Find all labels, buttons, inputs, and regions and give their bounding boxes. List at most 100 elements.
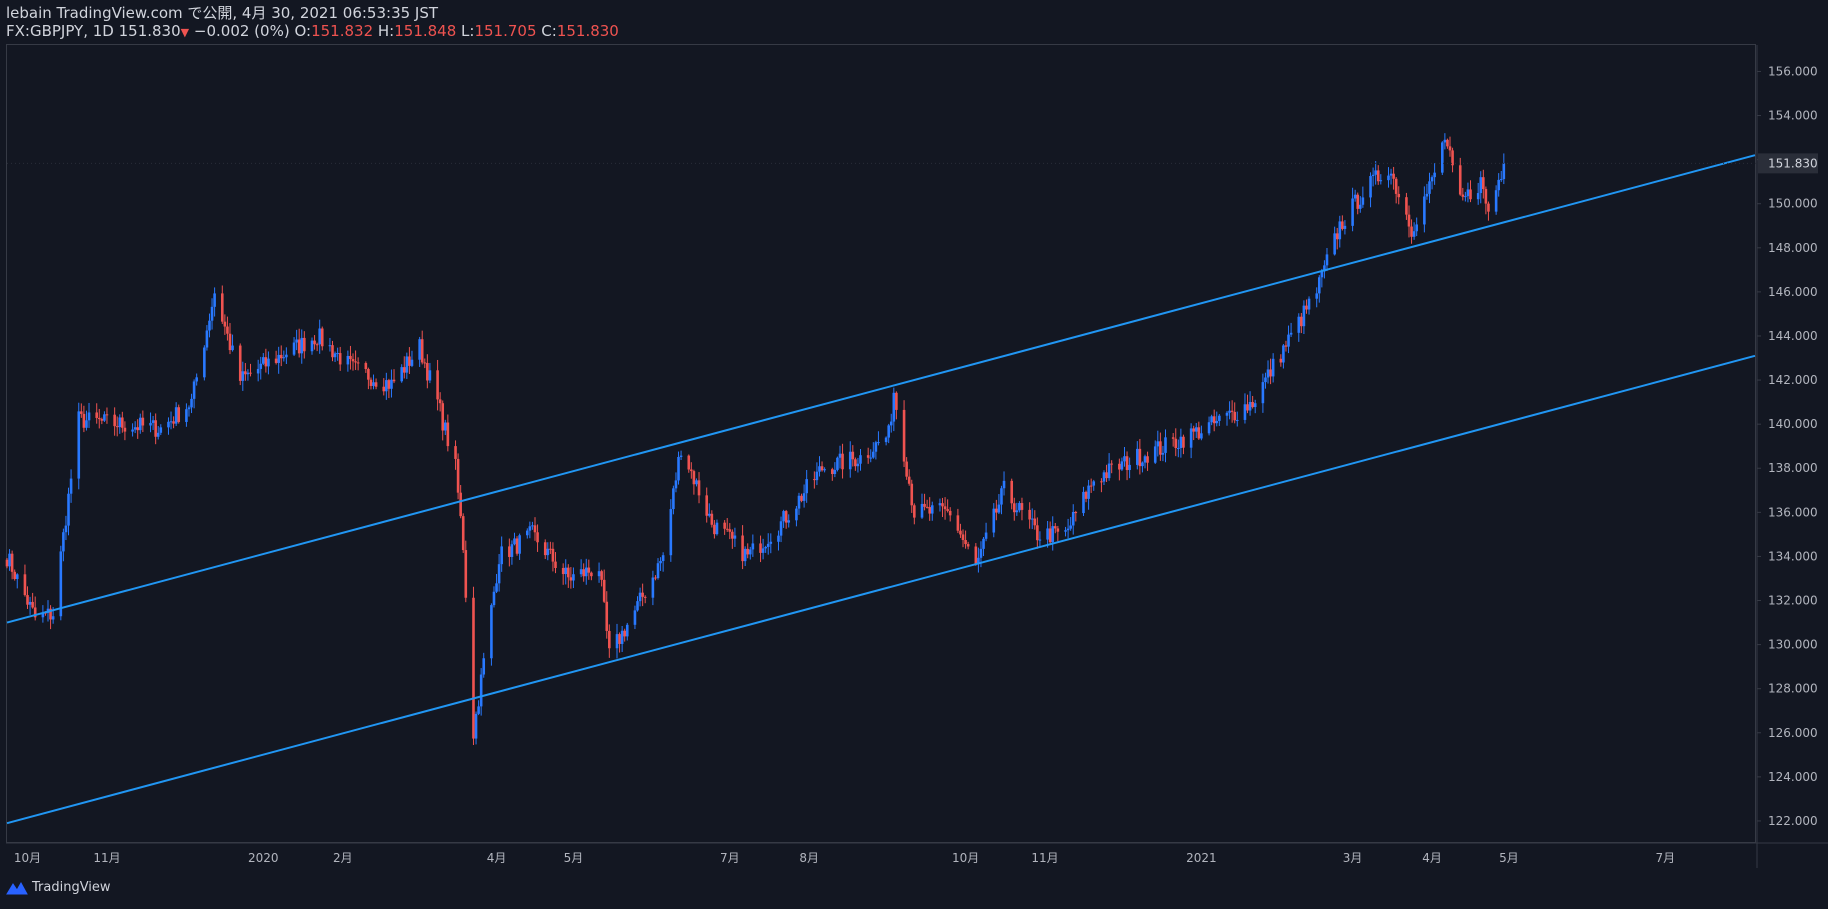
price-chart[interactable]: 122.000 124.000 126.000 128.000 130.000 132.0… — [0, 0, 1828, 909]
candle-body — [177, 407, 181, 422]
candle-body — [80, 411, 83, 414]
candle-body — [1374, 170, 1377, 175]
candle-body — [154, 420, 157, 437]
x-tick-label: 4月 — [1422, 851, 1442, 865]
candle-body — [551, 548, 555, 562]
candle-body — [241, 371, 245, 381]
candle-body — [1358, 204, 1362, 209]
candle-body — [508, 546, 511, 557]
candle-body — [797, 495, 801, 509]
candle-body — [454, 446, 457, 459]
x-tick-label: 7月 — [1655, 851, 1675, 865]
candle-body — [543, 542, 547, 556]
candle-body — [1441, 142, 1444, 173]
candle-body — [979, 548, 983, 558]
candle-body — [238, 345, 242, 381]
candle-body — [1018, 503, 1021, 511]
y-tick-label: 138.000 — [1768, 461, 1818, 475]
candle-body — [1028, 509, 1031, 520]
candle-body — [656, 563, 660, 579]
candle-body — [1069, 525, 1072, 529]
candle-body — [1307, 298, 1311, 310]
candle-body — [625, 624, 629, 637]
candle-body — [1141, 462, 1144, 467]
candle-body — [802, 493, 806, 501]
candle-body — [1128, 464, 1131, 471]
candle-body — [805, 479, 808, 494]
candle-body — [608, 630, 611, 649]
candle-body — [1289, 332, 1293, 335]
candle-body — [1397, 193, 1401, 198]
candle-body — [459, 492, 462, 517]
candle-body — [1335, 233, 1339, 240]
candle-body — [1002, 480, 1006, 489]
candle-body — [910, 483, 914, 506]
candle-body — [1118, 463, 1121, 470]
candle-body — [195, 377, 198, 382]
candle-body — [136, 427, 140, 431]
x-tick-label: 8月 — [799, 851, 819, 865]
candle-body — [482, 658, 486, 675]
candle-body — [226, 326, 229, 334]
candle-body — [1089, 485, 1093, 487]
candle-body — [633, 610, 637, 625]
candle-body — [310, 340, 314, 352]
candle-body — [387, 380, 391, 389]
candle-body — [733, 535, 737, 539]
candle-body — [841, 453, 844, 470]
y-tick-label: 132.000 — [1768, 594, 1818, 608]
candle-body — [1235, 419, 1239, 421]
x-tick-label: 7月 — [720, 851, 740, 865]
candle-body — [1123, 456, 1126, 462]
candle-body — [930, 505, 934, 514]
x-tick-label: 5月 — [1499, 851, 1519, 865]
brand-label: TradingView — [32, 880, 111, 895]
candle-body — [549, 548, 552, 550]
candle-body — [859, 455, 862, 464]
candle-body — [1343, 225, 1347, 229]
candle-body — [564, 567, 568, 575]
candle-body — [674, 480, 678, 489]
candle-body — [984, 532, 988, 539]
candle-body — [1356, 194, 1360, 209]
candle-body — [946, 509, 949, 511]
candle-body — [1210, 416, 1213, 423]
candle-body — [15, 574, 19, 580]
candle-body — [1192, 428, 1195, 432]
x-tick-label: 3月 — [1343, 851, 1363, 865]
x-tick-label: 5月 — [564, 851, 584, 865]
candle-body — [121, 417, 124, 428]
candle-body — [1053, 526, 1057, 529]
candle-body — [1271, 358, 1275, 377]
candle-body — [1146, 456, 1149, 463]
candle-body — [438, 399, 442, 404]
candle-body — [795, 508, 798, 521]
candle-body — [938, 503, 942, 506]
candle-body — [866, 455, 870, 458]
candle-body — [725, 528, 729, 530]
candle-body — [185, 409, 188, 422]
candle-body — [228, 333, 232, 351]
candle-body — [1333, 233, 1336, 255]
candle-body — [105, 414, 109, 416]
candle-body — [1074, 511, 1078, 514]
candle-body — [838, 453, 842, 458]
candle-body — [1084, 491, 1088, 499]
candle-body — [590, 572, 593, 577]
candle-body — [464, 550, 468, 598]
candle-body — [1251, 401, 1254, 408]
candle-body — [472, 597, 475, 739]
candle-body — [713, 524, 716, 535]
candle-body — [1448, 146, 1452, 151]
candle-body — [1482, 177, 1485, 190]
candle-body — [156, 432, 160, 437]
candle-body — [1161, 452, 1165, 455]
candle-body — [1092, 481, 1096, 486]
candle-body — [1425, 193, 1429, 197]
candle-body — [1410, 226, 1413, 237]
candle-body — [741, 535, 744, 562]
candle-body — [210, 306, 214, 321]
candle-body — [31, 601, 34, 608]
candle-body — [303, 337, 306, 352]
candle-body — [436, 370, 439, 400]
